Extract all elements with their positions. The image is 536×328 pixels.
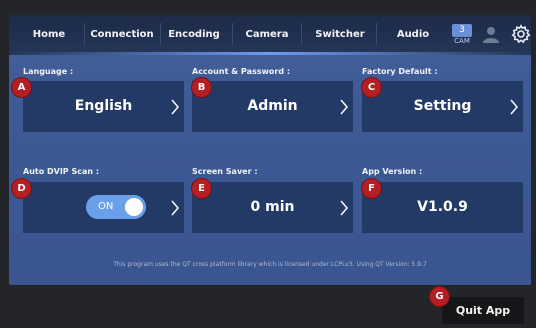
nav-divider — [160, 23, 161, 45]
callout-badge-a: A — [12, 78, 31, 97]
tab-camera[interactable]: Camera — [239, 15, 295, 55]
screen-saver-label: Screen Saver : — [192, 167, 258, 176]
nav-divider — [301, 23, 302, 45]
tab-encoding[interactable]: Encoding — [165, 15, 223, 55]
tab-home[interactable]: Home — [23, 15, 75, 55]
callout-badge-c: C — [362, 78, 381, 97]
language-button[interactable]: English — [23, 81, 184, 132]
nav-divider — [376, 23, 377, 45]
callout-badge-b: B — [192, 78, 211, 97]
toggle-state-label: ON — [98, 201, 114, 212]
chevron-right-icon — [171, 99, 180, 115]
chevron-right-icon[interactable] — [170, 199, 180, 217]
callout-badge-f: F — [362, 179, 381, 198]
gear-icon[interactable] — [511, 24, 531, 44]
account-value: Admin — [247, 98, 298, 114]
chevron-right-icon — [340, 200, 349, 216]
screen-saver-button[interactable]: 0 min — [192, 182, 353, 233]
auto-dvip-label: Auto DVIP Scan : — [23, 167, 100, 176]
quit-app-button[interactable]: Quit App — [442, 297, 524, 324]
camera-indicator[interactable]: 3 CAM — [452, 24, 472, 46]
factory-default-label: Factory Default : — [362, 67, 438, 76]
language-value: English — [74, 98, 133, 114]
device-frame: Home Connection Encoding Camera Switcher… — [0, 0, 536, 328]
top-nav-bar: Home Connection Encoding Camera Switcher… — [9, 15, 531, 55]
factory-default-value: Setting — [413, 98, 472, 114]
auto-dvip-scan-card: ON — [23, 182, 184, 233]
language-label: Language : — [23, 67, 74, 76]
auto-dvip-toggle[interactable]: ON — [86, 195, 146, 219]
camera-number: 3 — [452, 24, 472, 37]
chevron-right-icon — [340, 99, 349, 115]
settings-screen: Home Connection Encoding Camera Switcher… — [9, 15, 531, 285]
app-version-label: App Version : — [362, 167, 423, 176]
toggle-knob — [125, 198, 143, 216]
account-label: Account & Password : — [192, 67, 291, 76]
callout-badge-g: G — [430, 287, 449, 306]
tab-audio[interactable]: Audio — [388, 15, 438, 55]
callout-badge-e: E — [192, 179, 211, 198]
nav-underline — [9, 52, 531, 55]
account-password-button[interactable]: Admin — [192, 81, 353, 132]
user-icon[interactable] — [482, 25, 500, 43]
chevron-right-icon — [510, 99, 519, 115]
nav-divider — [232, 23, 233, 45]
camera-label: CAM — [454, 37, 470, 45]
tab-switcher[interactable]: Switcher — [309, 15, 371, 55]
license-note: This program uses the QT cross platform … — [113, 261, 427, 268]
factory-default-button[interactable]: Setting — [362, 81, 523, 132]
app-version-value: V1.0.9 — [417, 199, 468, 215]
nav-divider — [84, 23, 85, 45]
app-version-card: V1.0.9 — [362, 182, 523, 233]
tab-connection[interactable]: Connection — [87, 15, 157, 55]
callout-badge-d: D — [12, 179, 31, 198]
screen-saver-value: 0 min — [250, 199, 295, 215]
